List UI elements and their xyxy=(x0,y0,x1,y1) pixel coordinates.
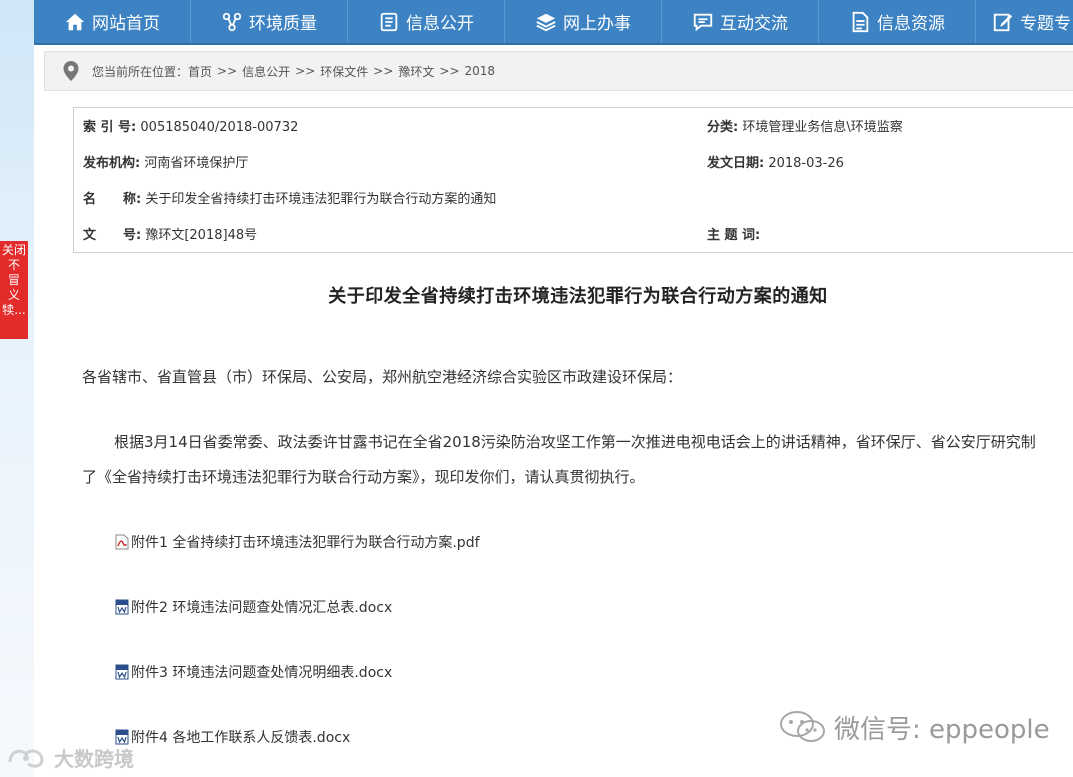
breadcrumb-prefix: 您当前所在位置： xyxy=(92,64,189,79)
page-gutter xyxy=(0,0,34,777)
float-panel-text: 不 xyxy=(7,258,20,272)
location-pin-icon xyxy=(63,61,79,81)
index-value: 005185040/2018-00732 xyxy=(140,120,299,135)
nav-item-home[interactable]: 网站首页 xyxy=(34,0,191,43)
brand-watermark-text: 大数跨境 xyxy=(54,746,134,771)
main-nav: 网站首页 环境质量 信息公开 网上办事 互动交流 信息资源 专题专 xyxy=(34,0,1073,45)
name-label-char1: 名 xyxy=(83,192,97,207)
breadcrumb-year[interactable]: 2018 xyxy=(465,64,496,78)
date-label: 发文日期: xyxy=(707,156,765,171)
breadcrumb-yuhuanwen[interactable]: 豫环文 xyxy=(398,63,434,80)
name-value: 关于印发全省持续打击环境违法犯罪行为联合行动方案的通知 xyxy=(145,192,497,207)
attachment-label: 附件4 各地工作联系人反馈表.docx xyxy=(131,730,351,746)
publisher-label: 发布机构: xyxy=(83,156,141,171)
attachment-label: 附件3 环境违法问题查处情况明细表.docx xyxy=(131,665,393,681)
brand-watermark: 大数跨境 xyxy=(6,742,134,772)
molecule-icon xyxy=(221,11,243,33)
word-file-icon xyxy=(115,664,129,680)
keywords-row: 主 题 词: xyxy=(707,226,760,246)
attachment-link-1[interactable]: 附件1 全省持续打击环境违法犯罪行为联合行动方案.pdf xyxy=(115,532,480,552)
word-file-icon xyxy=(115,599,129,615)
nav-item-env-quality[interactable]: 环境质量 xyxy=(191,0,348,43)
brand-logo-icon xyxy=(8,749,44,768)
nav-item-label: 互动交流 xyxy=(720,14,788,34)
category-value: 环境管理业务信息\环境监察 xyxy=(742,120,903,135)
doc-number-value: 豫环文[2018]48号 xyxy=(145,228,258,243)
breadcrumb-separator: >> xyxy=(373,64,394,78)
wechat-icon xyxy=(780,711,825,742)
nav-item-label: 信息公开 xyxy=(406,14,474,34)
nav-item-label: 信息资源 xyxy=(877,14,945,34)
article-body-line2: 了《全省持续打击环境违法犯罪行为联合行动方案》，现印发你们，请认真贯彻执行。 xyxy=(82,468,645,486)
nav-item-info-public[interactable]: 信息公开 xyxy=(348,0,505,43)
breadcrumb-separator: >> xyxy=(295,64,316,78)
nav-item-label: 网上办事 xyxy=(563,14,631,34)
float-panel-text: 冒 xyxy=(7,273,20,287)
nav-item-online-service[interactable]: 网上办事 xyxy=(505,0,662,43)
doc-label-char2: 号: xyxy=(123,228,142,243)
article-body-line1: 根据3月14日省委常委、政法委许甘露书记在全省2018污染防治攻坚工作第一次推进… xyxy=(114,433,1036,451)
doc-label-char1: 文 xyxy=(83,228,97,243)
name-row: 名 称: 关于印发全省持续打击环境违法犯罪行为联合行动方案的通知 xyxy=(83,190,496,210)
name-label-char2: 称: xyxy=(123,192,142,207)
file-icon xyxy=(849,11,871,33)
float-panel-text: 义 xyxy=(7,288,20,302)
date-value: 2018-03-26 xyxy=(768,156,844,171)
pdf-file-icon xyxy=(115,534,129,550)
nav-item-label: 环境质量 xyxy=(249,14,317,34)
float-panel-text: 犊... xyxy=(2,303,26,317)
breadcrumb: 您当前所在位置： 首页 >> 信息公开 >> 环保文件 >> 豫环文 >> 20… xyxy=(44,51,1073,91)
breadcrumb-env-files[interactable]: 环保文件 xyxy=(320,63,368,80)
floating-close-panel[interactable]: 关闭 不 冒 义 犊... xyxy=(0,241,28,339)
breadcrumb-info-public[interactable]: 信息公开 xyxy=(242,63,290,80)
publisher-value: 河南省环境保护厅 xyxy=(144,156,249,171)
attachment-label: 附件2 环境违法问题查处情况汇总表.docx xyxy=(131,600,393,616)
article-title: 关于印发全省持续打击环境违法犯罪行为联合行动方案的通知 xyxy=(328,286,828,307)
breadcrumb-separator: >> xyxy=(217,64,238,78)
wechat-watermark-text: 微信号: eppeople xyxy=(834,714,1050,745)
nav-item-label: 网站首页 xyxy=(92,14,160,34)
nav-item-topics[interactable]: 专题专 xyxy=(976,0,1073,43)
edit-icon xyxy=(992,11,1014,33)
wechat-watermark: 微信号: eppeople xyxy=(778,708,1050,746)
keywords-label: 主 题 词: xyxy=(707,228,761,243)
chat-icon xyxy=(692,11,714,33)
layers-icon xyxy=(535,11,557,33)
doc-number-row: 文 号: 豫环文[2018]48号 xyxy=(83,226,257,246)
attachment-link-4[interactable]: 附件4 各地工作联系人反馈表.docx xyxy=(115,727,350,747)
document-list-icon xyxy=(378,11,400,33)
index-label: 索 引 号: xyxy=(83,120,137,135)
attachment-label: 附件1 全省持续打击环境违法犯罪行为联合行动方案.pdf xyxy=(131,535,480,551)
float-close-label[interactable]: 关闭 xyxy=(0,243,28,258)
article-salutation: 各省辖市、省直管县（市）环保局、公安局，郑州航空港经济综合实验区市政建设环保局： xyxy=(82,368,683,386)
home-icon xyxy=(64,11,86,33)
attachment-link-2[interactable]: 附件2 环境违法问题查处情况汇总表.docx xyxy=(115,597,392,617)
date-row: 发文日期: 2018-03-26 xyxy=(707,154,844,174)
nav-item-interaction[interactable]: 互动交流 xyxy=(662,0,819,43)
nav-item-info-resources[interactable]: 信息资源 xyxy=(819,0,976,43)
breadcrumb-home[interactable]: 首页 xyxy=(188,63,212,80)
attachment-link-3[interactable]: 附件3 环境违法问题查处情况明细表.docx xyxy=(115,662,392,682)
category-label: 分类: xyxy=(707,120,739,135)
index-row: 索 引 号: 005185040/2018-00732 xyxy=(83,118,298,138)
publisher-row: 发布机构: 河南省环境保护厅 xyxy=(83,154,248,174)
breadcrumb-separator: >> xyxy=(439,64,460,78)
nav-item-label: 专题专 xyxy=(1020,14,1071,34)
category-row: 分类: 环境管理业务信息\环境监察 xyxy=(707,118,903,138)
document-info-box: 索 引 号: 005185040/2018-00732 分类: 环境管理业务信息… xyxy=(73,107,1073,253)
